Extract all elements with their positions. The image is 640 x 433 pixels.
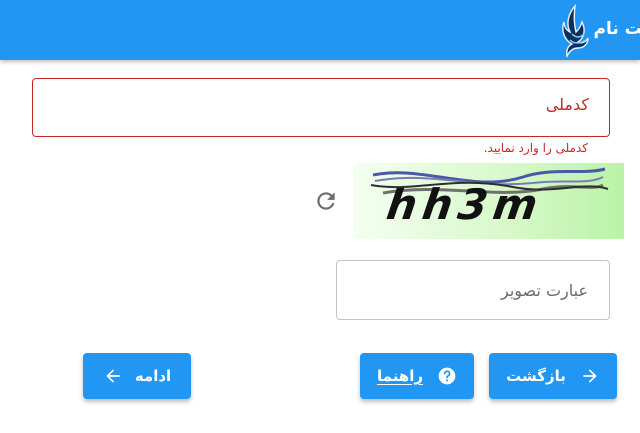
continue-button[interactable]: ادامه: [83, 353, 191, 399]
national-code-field[interactable]: کدملی: [32, 78, 610, 137]
back-button[interactable]: بازگشت: [489, 353, 617, 399]
help-circle-icon: [438, 367, 456, 385]
arrow-right-icon: [583, 369, 597, 383]
captcha-field[interactable]: [336, 260, 610, 320]
national-code-label: کدملی: [545, 95, 589, 114]
app-bar: ثبت نام: [0, 0, 640, 60]
captcha-input[interactable]: [338, 262, 608, 318]
national-code-error: کدملی را وارد نمایید.: [483, 141, 588, 155]
captcha-image: hh3m: [353, 163, 624, 239]
help-button-label: راهنما: [377, 367, 423, 385]
help-button[interactable]: راهنما: [360, 353, 474, 399]
arrow-left-icon: [106, 369, 120, 383]
bird-logo-icon: [562, 4, 589, 58]
refresh-icon[interactable]: [313, 188, 339, 214]
back-button-label: بازگشت: [506, 367, 566, 385]
continue-button-label: ادامه: [134, 367, 172, 385]
page-title: ثبت نام: [593, 19, 640, 39]
